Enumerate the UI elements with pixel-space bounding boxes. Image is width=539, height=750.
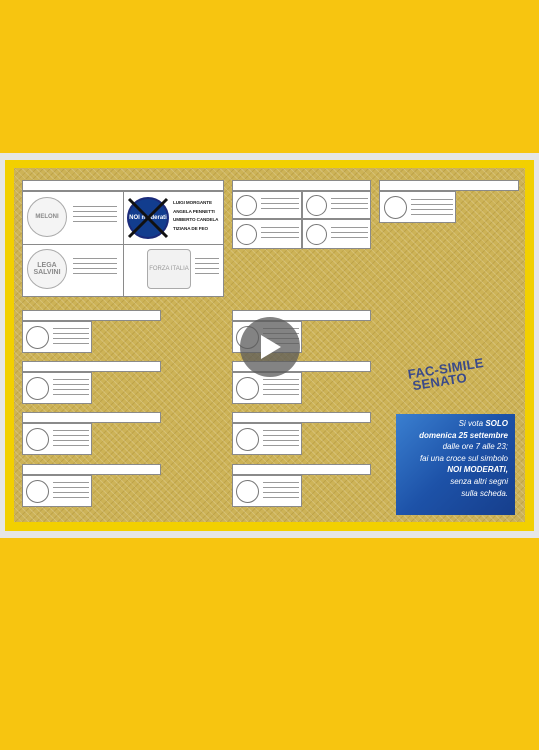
coalition-header: [22, 180, 224, 191]
list-slot: [22, 475, 92, 507]
fac-simile-label: FAC-SIMILE SENATO: [406, 355, 485, 394]
coalition-2-header: [232, 180, 371, 191]
voting-info-box: Si vota SOLO domenica 25 settembre dalle…: [396, 414, 515, 515]
list-header: [232, 310, 371, 321]
list-slot: [302, 191, 371, 219]
fdi-logo: MELONI: [27, 197, 67, 237]
list-slot: [22, 321, 92, 353]
list-slot: [379, 191, 456, 223]
list-header: [22, 412, 161, 423]
list-slot: [22, 372, 92, 404]
list-slot: [232, 475, 302, 507]
play-icon: [261, 335, 281, 359]
list-slot: [302, 219, 371, 249]
cross-mark-icon: [127, 197, 169, 239]
list-header: [232, 464, 371, 475]
list-header: [232, 412, 371, 423]
list-header: [22, 361, 161, 372]
play-button[interactable]: [240, 317, 300, 377]
coalition-grid: MELONI NOI moderati LUIGI MORGANTE ANGEL…: [22, 191, 224, 297]
list-header: [22, 310, 161, 321]
lega-logo: LEGA SALVINI: [27, 249, 67, 289]
list-slot: [232, 191, 302, 219]
list-slot: [22, 423, 92, 455]
forza-italia-logo: FORZA ITALIA: [147, 249, 191, 289]
candidate-names: LUIGI MORGANTE ANGELA PENNETTI UMBERTO C…: [173, 200, 219, 231]
list-slot: [232, 219, 302, 249]
list-header: [379, 180, 519, 191]
list-header: [22, 464, 161, 475]
coalition-block: MELONI NOI moderati LUIGI MORGANTE ANGEL…: [22, 180, 224, 297]
list-slot: [232, 423, 302, 455]
